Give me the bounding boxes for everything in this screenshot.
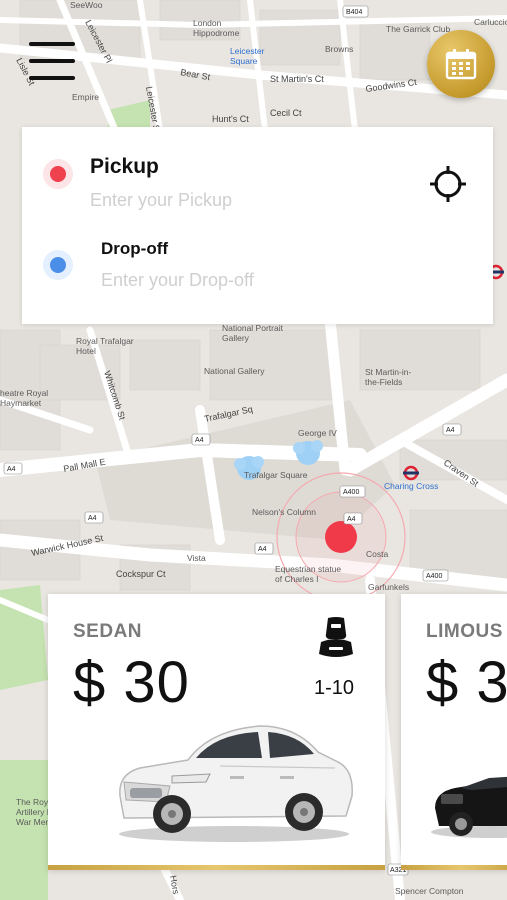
svg-text:Hunt's Ct: Hunt's Ct xyxy=(212,114,249,124)
svg-text:Vista: Vista xyxy=(187,553,206,563)
svg-text:George IV: George IV xyxy=(298,428,337,438)
svg-text:A400: A400 xyxy=(343,489,359,496)
svg-text:Cockspur Ct: Cockspur Ct xyxy=(116,569,166,579)
card-accent-bar xyxy=(48,865,385,870)
vehicle-type: SEDAN xyxy=(73,621,143,642)
vehicle-type: LIMOUS xyxy=(426,621,503,642)
limousine-car-image xyxy=(431,776,507,838)
car-seat-icon xyxy=(319,617,353,657)
svg-text:B404: B404 xyxy=(346,9,362,16)
vehicle-price: $ 30 xyxy=(73,650,190,715)
dropoff-input[interactable] xyxy=(101,267,421,293)
current-location-marker xyxy=(325,521,357,553)
svg-text:Garfunkels: Garfunkels xyxy=(368,582,409,592)
pickup-dot-icon xyxy=(43,159,73,189)
route-card: Pickup Drop-off xyxy=(22,127,493,324)
svg-text:Spencer Compton: Spencer Compton xyxy=(395,886,464,896)
svg-text:A4: A4 xyxy=(258,546,267,553)
vehicle-card-sedan[interactable]: SEDAN $ 30 1-10 xyxy=(48,594,385,870)
vehicle-card-limousine[interactable]: LIMOUS $ 3 xyxy=(401,594,507,870)
svg-text:Costa: Costa xyxy=(366,549,388,559)
svg-text:National Gallery: National Gallery xyxy=(204,366,265,376)
svg-text:A4: A4 xyxy=(195,437,204,444)
dropoff-label: Drop-off xyxy=(101,239,169,258)
pickup-input[interactable] xyxy=(90,187,410,213)
svg-text:St Martin's Ct: St Martin's Ct xyxy=(270,74,324,84)
menu-button[interactable] xyxy=(29,40,77,82)
svg-text:Cecil Ct: Cecil Ct xyxy=(270,108,302,118)
card-accent-bar xyxy=(401,865,507,870)
svg-text:Empire: Empire xyxy=(72,92,99,102)
svg-text:A4: A4 xyxy=(88,515,97,522)
svg-text:Trafalgar Square: Trafalgar Square xyxy=(244,470,308,480)
svg-text:A400: A400 xyxy=(426,573,442,580)
svg-text:Carluccio: Carluccio xyxy=(474,17,507,27)
svg-text:A4: A4 xyxy=(347,516,356,523)
sedan-car-image xyxy=(119,725,353,842)
svg-text:heatre RoyalHaymarket: heatre Royal Haymarket xyxy=(0,388,48,408)
svg-text:A4: A4 xyxy=(7,466,16,473)
svg-text:Nelson's Column: Nelson's Column xyxy=(252,507,316,517)
calendar-icon xyxy=(445,49,477,80)
vehicle-capacity: 1-10 xyxy=(314,677,355,699)
pickup-label: Pickup xyxy=(90,155,159,178)
svg-text:A4: A4 xyxy=(446,427,455,434)
schedule-button[interactable] xyxy=(427,30,495,98)
svg-text:The Garrick Club: The Garrick Club xyxy=(386,24,451,34)
crosshair-icon[interactable] xyxy=(430,166,466,202)
svg-text:SeeWoo: SeeWoo xyxy=(70,0,103,10)
vehicle-price: $ 3 xyxy=(426,650,507,715)
dropoff-dot-icon xyxy=(43,250,73,280)
svg-text:Charing Cross: Charing Cross xyxy=(384,481,438,491)
svg-text:Browns: Browns xyxy=(325,44,353,54)
